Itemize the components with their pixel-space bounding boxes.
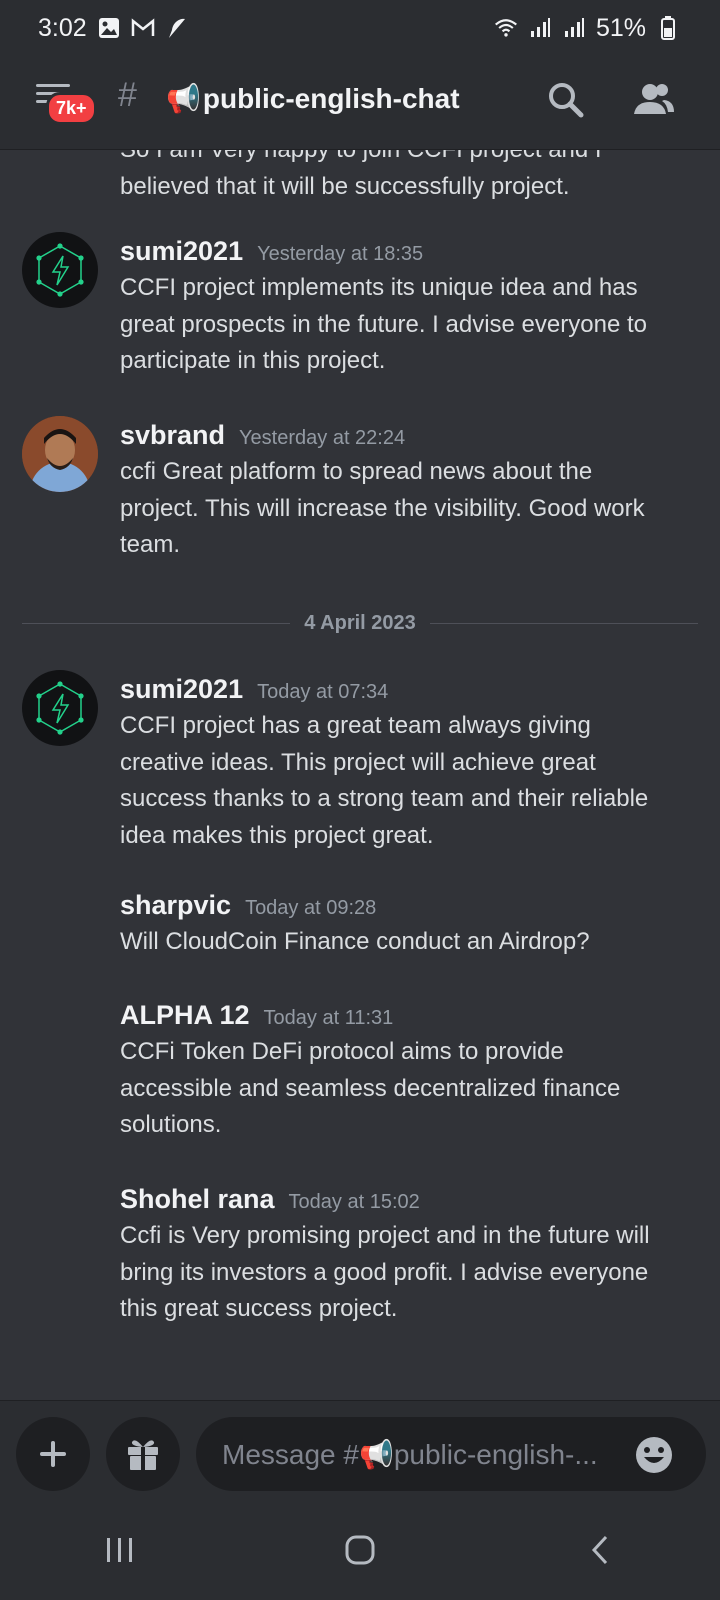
date-divider: 4 April 2023 [22,608,699,638]
message-composer: Message #📢public-english-... [0,1400,720,1500]
message-line: ccfi Great platform to spread news about… [120,458,593,485]
timestamp: Yesterday at 22:24 [239,427,406,449]
message-line: CCFI project has a great team always giv… [120,712,591,739]
home-icon [345,1535,375,1565]
recent-apps-button[interactable] [90,1520,150,1580]
feather-notification-icon [165,16,189,40]
message-body: CCFi Token DeFi protocol aims to provide… [120,1034,690,1144]
channel-header: 7k+ # 📢 public-english-chat [0,56,720,150]
hexagon-bolt-icon [36,243,84,297]
signal-icon-1 [528,16,552,40]
channel-title[interactable]: 📢 public-english-chat [166,82,460,115]
message-body: So I am Very happy to join CCFI project … [120,150,690,205]
channel-name: public-english-chat [202,82,460,114]
plus-icon [40,1441,66,1467]
back-chevron-icon [591,1535,608,1565]
status-left: 3:02 [38,14,189,43]
message-line: bring its investors a good profit. I adv… [120,1258,649,1286]
gmail-notification-icon [131,16,155,40]
gift-icon [128,1440,158,1470]
search-button[interactable] [546,80,586,120]
username[interactable]: sumi2021 [120,674,243,705]
message-body: Will CloudCoin Finance conduct an Airdro… [120,924,690,961]
timestamp: Yesterday at 18:35 [257,243,424,265]
home-button[interactable] [330,1520,390,1580]
message-header: sumi2021 Today at 07:34 [120,674,388,705]
message-header: sharpvic Today at 09:28 [120,890,376,921]
divider-line [429,622,699,624]
message-body: Ccfi is Very promising project and in th… [120,1218,690,1328]
avatar[interactable] [22,416,98,492]
message-body: CCFI project implements its unique idea … [120,270,690,380]
battery-percent: 51% [595,13,646,42]
system-nav-bar [0,1500,720,1600]
message-input[interactable]: Message #📢public-english-... [196,1417,706,1491]
status-time: 3:02 [38,13,87,42]
divider-date: 4 April 2023 [304,611,416,634]
message-placeholder: Message #📢public-english-... [222,1438,598,1470]
avatar[interactable] [22,232,98,308]
divider-line [22,622,291,624]
message-line: great prospects in the future. I advise … [120,310,647,338]
message-body: CCFI project has a great team always giv… [120,708,690,854]
message-line: accessible and seamless decentralized fi… [120,1074,621,1102]
back-button[interactable] [570,1520,630,1580]
username[interactable]: Shohel rana [120,1184,275,1215]
username[interactable]: svbrand [120,420,225,451]
message-line: believed that it will be successfully pr… [120,172,570,200]
signal-icon-2 [562,16,586,40]
wifi-icon [494,16,518,40]
members-icon [634,84,674,114]
message-header: svbrand Yesterday at 22:24 [120,420,405,451]
message-line: team. [120,531,181,558]
gallery-notification-icon [97,16,121,40]
message-line: Will CloudCoin Finance conduct an Airdro… [120,928,590,955]
recents-icon [107,1538,132,1562]
hash-icon: # [118,76,137,114]
message-line: project. This will increase the visibili… [120,494,645,522]
username[interactable]: sumi2021 [120,236,243,267]
message-header: Shohel rana Today at 15:02 [120,1184,420,1215]
message-header: ALPHA 12 Today at 11:31 [120,1000,393,1031]
message-line: solutions. [120,1111,222,1138]
hexagon-bolt-icon [36,681,84,735]
emoji-button[interactable] [634,1435,674,1475]
message-line: idea makes this project great. [120,821,434,849]
message-line: CCFI project implements its unique idea … [120,274,638,301]
status-right: 51% [494,14,680,43]
message-list[interactable]: So I am Very happy to join CCFI project … [0,150,720,1400]
battery-icon [656,16,680,40]
message-line: this great success project. [120,1295,398,1322]
unread-badge: 7k+ [46,92,97,125]
members-button[interactable] [632,80,674,120]
avatar[interactable] [22,670,98,746]
add-attachment-button[interactable] [16,1417,90,1491]
gift-button[interactable] [106,1417,180,1491]
search-icon [549,83,584,118]
emoji-smile-icon [636,1437,672,1473]
timestamp: Today at 15:02 [288,1191,420,1213]
message-line: participate in this project. [120,347,386,374]
status-bar: 3:02 51% [0,0,720,56]
message-line: CCFi Token DeFi protocol aims to provide [120,1038,564,1065]
user-photo-icon [22,416,98,492]
message-line: success thanks to a strong team and thei… [120,785,649,812]
timestamp: Today at 11:31 [263,1007,394,1029]
message-header: sumi2021 Yesterday at 18:35 [120,236,423,267]
timestamp: Today at 07:34 [257,681,389,703]
username[interactable]: sharpvic [120,890,231,921]
message-line: So I am Very happy to join CCFI project … [120,150,690,169]
message-body: ccfi Great platform to spread news about… [120,454,690,564]
username[interactable]: ALPHA 12 [120,1000,250,1031]
message-line: Ccfi is Very promising project and in th… [120,1222,650,1249]
message-line: creative ideas. This project will achiev… [120,748,596,776]
timestamp: Today at 09:28 [245,897,377,919]
megaphone-icon: 📢 [166,83,201,114]
